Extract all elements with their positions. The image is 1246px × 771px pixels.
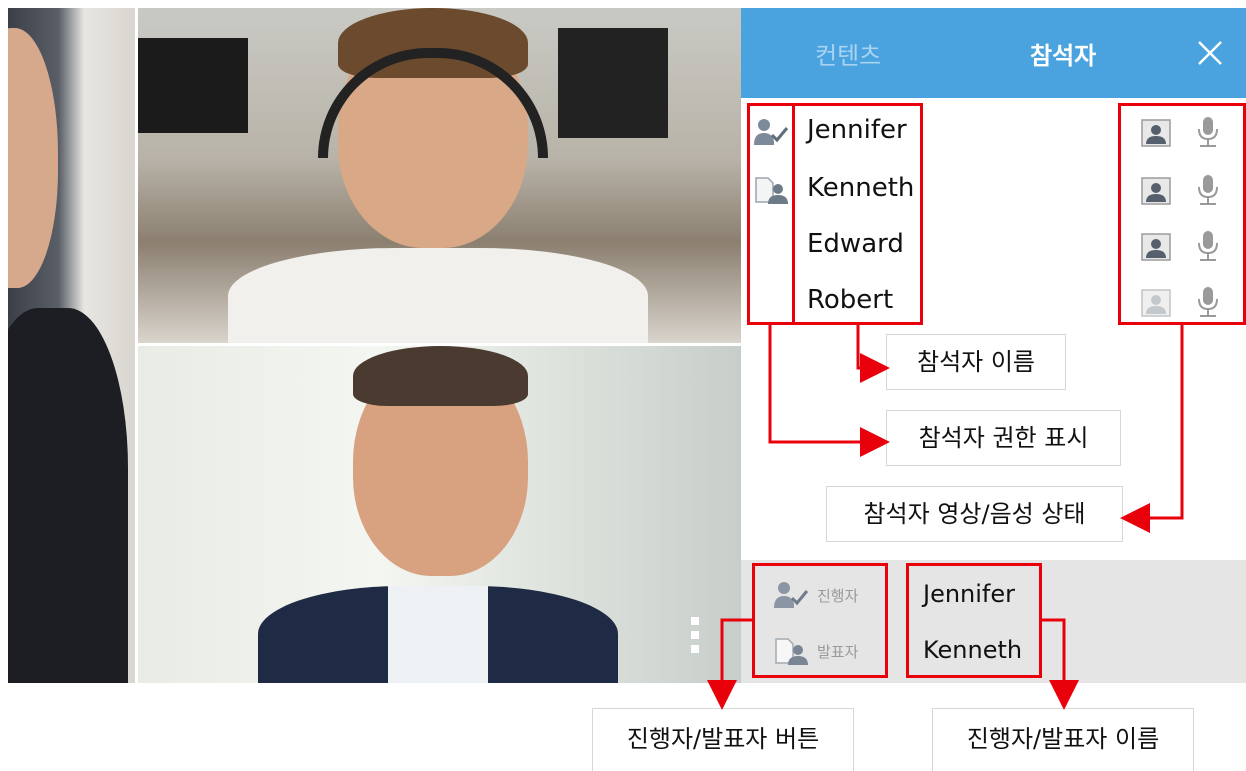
monitor xyxy=(558,28,668,138)
monitor xyxy=(138,38,248,133)
annotation-box-strip-buttons xyxy=(752,563,888,678)
shirt-collar xyxy=(388,586,488,683)
callout-strip-buttons: 진행자/발표자 버튼 xyxy=(592,708,854,771)
annotation-box-names xyxy=(792,103,923,325)
callout-av-status: 참석자 영상/음성 상태 xyxy=(826,486,1123,542)
video-tile-left[interactable] xyxy=(8,8,135,683)
video-tile-bottom[interactable] xyxy=(138,346,741,683)
person-body xyxy=(8,308,128,683)
video-tile-top[interactable] xyxy=(138,8,741,343)
hair xyxy=(353,346,528,406)
tab-contents[interactable]: 컨텐츠 xyxy=(815,36,881,71)
close-icon[interactable] xyxy=(1193,36,1227,70)
tab-participants[interactable]: 참석자 xyxy=(1030,36,1096,71)
annotation-box-role-icons xyxy=(747,103,795,325)
callout-participant-name: 참석자 이름 xyxy=(886,334,1066,390)
person-head xyxy=(8,28,58,288)
more-options-icon[interactable] xyxy=(691,617,699,659)
panel-header: 컨텐츠 참석자 xyxy=(741,8,1246,98)
person-body xyxy=(228,248,648,343)
annotation-box-strip-names xyxy=(906,563,1042,678)
annotation-box-av-status xyxy=(1118,103,1246,325)
callout-participant-role: 참석자 권한 표시 xyxy=(886,410,1121,466)
callout-strip-names: 진행자/발표자 이름 xyxy=(932,708,1194,771)
